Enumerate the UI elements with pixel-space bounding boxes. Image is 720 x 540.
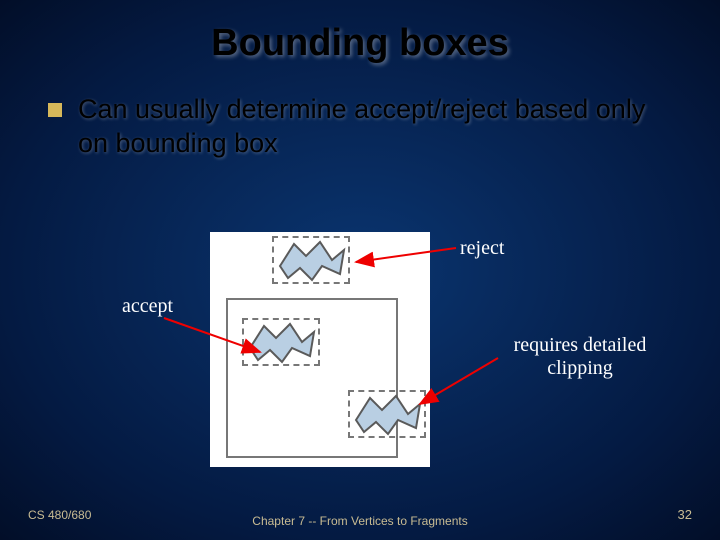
slide-title: Bounding boxes	[0, 0, 720, 65]
label-reject: reject	[460, 237, 504, 260]
footer-page: 32	[678, 507, 692, 522]
bullet-item: Can usually determine accept/reject base…	[0, 65, 720, 161]
bullet-text: Can usually determine accept/reject base…	[78, 93, 678, 161]
arrow-detail	[420, 358, 498, 404]
polygon-shape	[280, 242, 344, 280]
bullet-icon	[48, 103, 62, 117]
polygon-shape	[356, 396, 420, 434]
polygon-straddle	[348, 390, 426, 438]
polygon-shape	[250, 324, 314, 362]
polygon-accept	[242, 318, 320, 366]
label-detail: requires detailed clipping	[500, 334, 660, 380]
label-accept: accept	[122, 295, 173, 318]
polygon-reject	[272, 236, 350, 284]
footer-chapter: Chapter 7 -- From Vertices to Fragments	[0, 514, 720, 528]
diagram	[210, 232, 430, 467]
